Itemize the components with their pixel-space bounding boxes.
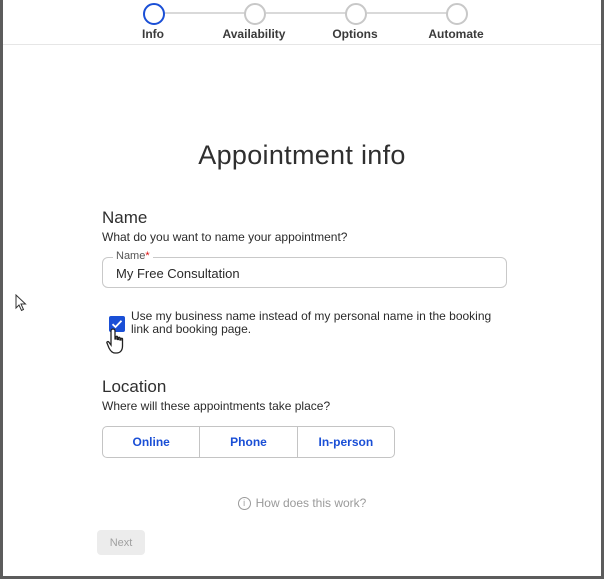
how-does-this-work-link[interactable]: i How does this work?	[3, 496, 601, 511]
appointment-name-field[interactable]: Name* My Free Consultation	[102, 250, 507, 288]
required-mark: *	[145, 250, 150, 262]
location-phone-button[interactable]: Phone	[200, 427, 298, 457]
step-connector	[266, 12, 347, 14]
location-options: Online Phone In-person	[102, 426, 395, 458]
next-button[interactable]: Next	[97, 530, 145, 555]
step-availability-label[interactable]: Availability	[223, 27, 286, 41]
step-connector	[367, 12, 448, 14]
mouse-pointer-icon	[15, 294, 27, 312]
name-subheading: What do you want to name your appointmen…	[102, 230, 348, 244]
location-subheading: Where will these appointments take place…	[102, 399, 331, 413]
app-window: Info Availability Options Automate Appoi…	[3, 0, 601, 576]
step-automate-circle[interactable]	[446, 3, 468, 25]
info-icon: i	[237, 497, 251, 511]
hand-cursor-icon	[106, 328, 124, 354]
step-options-label[interactable]: Options	[332, 27, 377, 41]
use-business-name-label[interactable]: Use my business name instead of my perso…	[131, 310, 501, 336]
name-field-label: Name*	[113, 250, 153, 262]
step-connector	[165, 12, 246, 14]
step-automate-label[interactable]: Automate	[428, 27, 483, 41]
help-text[interactable]: How does this work?	[256, 496, 367, 510]
name-heading: Name	[102, 208, 148, 227]
step-options-circle[interactable]	[345, 3, 367, 25]
progress-stepper: Info Availability Options Automate	[3, 0, 601, 45]
step-availability-circle[interactable]	[244, 3, 266, 25]
location-in-person-button[interactable]: In-person	[298, 427, 394, 457]
step-info-label[interactable]: Info	[142, 27, 164, 41]
appointment-name-input[interactable]: My Free Consultation	[116, 266, 240, 281]
location-online-button[interactable]: Online	[103, 427, 201, 457]
location-heading: Location	[102, 377, 167, 396]
page-title: Appointment info	[198, 140, 406, 170]
step-info-circle[interactable]	[143, 3, 165, 25]
